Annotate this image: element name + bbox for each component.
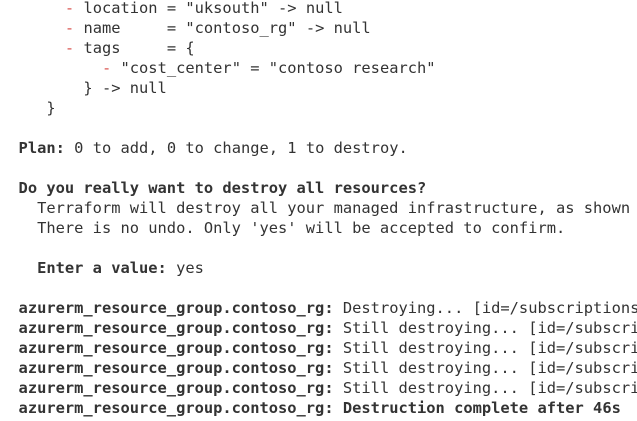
warning-text: Terraform will destroy all your managed … <box>37 199 637 217</box>
resource-address: azurerm_resource_group.contoso_rg: <box>18 359 334 377</box>
plan-text: 0 to add, 0 to change, 1 to destroy. <box>74 139 408 157</box>
diff-minus-marker: - <box>64 19 75 37</box>
value-prompt: Enter a value: yes <box>0 258 204 278</box>
diff-text: "cost_center" = "contoso research" <box>120 59 436 77</box>
plan-label: Plan: <box>18 139 65 157</box>
progress-message: Destroying... [id=/subscriptions/ <box>342 299 637 317</box>
progress-line: azurerm_resource_group.contoso_rg: Still… <box>0 358 637 378</box>
resource-address: azurerm_resource_group.contoso_rg: <box>18 299 334 317</box>
resource-address: azurerm_resource_group.contoso_rg: <box>18 379 334 397</box>
destroy-question-text: Do you really want to destroy all resour… <box>18 179 427 197</box>
progress-message: Still destroying... [id=/subscrip <box>342 319 637 337</box>
diff-minus-marker: - <box>64 39 75 57</box>
progress-message: Destruction complete after 46s <box>342 399 621 417</box>
progress-line-complete: azurerm_resource_group.contoso_rg: Destr… <box>0 398 621 418</box>
diff-text: tags = { <box>83 39 195 57</box>
diff-line-location: - location = "uksouth" -> null <box>0 0 343 18</box>
progress-message: Still destroying... [id=/subscrip <box>342 379 637 397</box>
destroy-warning-1: Terraform will destroy all your managed … <box>0 198 637 218</box>
diff-text: } <box>46 99 56 117</box>
diff-line-tags: - tags = { <box>0 38 195 58</box>
diff-minus-marker: - <box>101 59 112 77</box>
terminal-output: - location = "uksouth" -> null - name = … <box>0 0 637 421</box>
warning-text: There is no undo. Only 'yes' will be acc… <box>37 219 566 237</box>
diff-minus-marker: - <box>64 0 75 17</box>
diff-text: } -> null <box>83 79 167 97</box>
progress-message: Still destroying... [id=/subscrip <box>342 339 637 357</box>
progress-line: azurerm_resource_group.contoso_rg: Still… <box>0 338 637 358</box>
progress-line: azurerm_resource_group.contoso_rg: Still… <box>0 378 637 398</box>
resource-address: azurerm_resource_group.contoso_rg: <box>18 319 334 337</box>
diff-text: location = "uksouth" -> null <box>83 0 343 17</box>
resource-address: azurerm_resource_group.contoso_rg: <box>18 399 334 417</box>
diff-text: name = "contoso_rg" -> null <box>83 19 371 37</box>
diff-line-cost-center: - "cost_center" = "contoso research" <box>0 58 436 78</box>
progress-message: Still destroying... [id=/subscrip <box>342 359 637 377</box>
progress-line: azurerm_resource_group.contoso_rg: Still… <box>0 318 637 338</box>
resource-address: azurerm_resource_group.contoso_rg: <box>18 339 334 357</box>
destroy-question: Do you really want to destroy all resour… <box>0 178 427 198</box>
diff-line-name: - name = "contoso_rg" -> null <box>0 18 371 38</box>
plan-summary: Plan: 0 to add, 0 to change, 1 to destro… <box>0 138 408 158</box>
entered-value[interactable]: yes <box>176 259 204 277</box>
progress-line: azurerm_resource_group.contoso_rg: Destr… <box>0 298 637 318</box>
diff-line-tags-close: } -> null <box>0 78 167 98</box>
enter-value-label: Enter a value: <box>37 259 167 277</box>
destroy-warning-2: There is no undo. Only 'yes' will be acc… <box>0 218 565 238</box>
diff-line-block-close: } <box>0 98 56 118</box>
